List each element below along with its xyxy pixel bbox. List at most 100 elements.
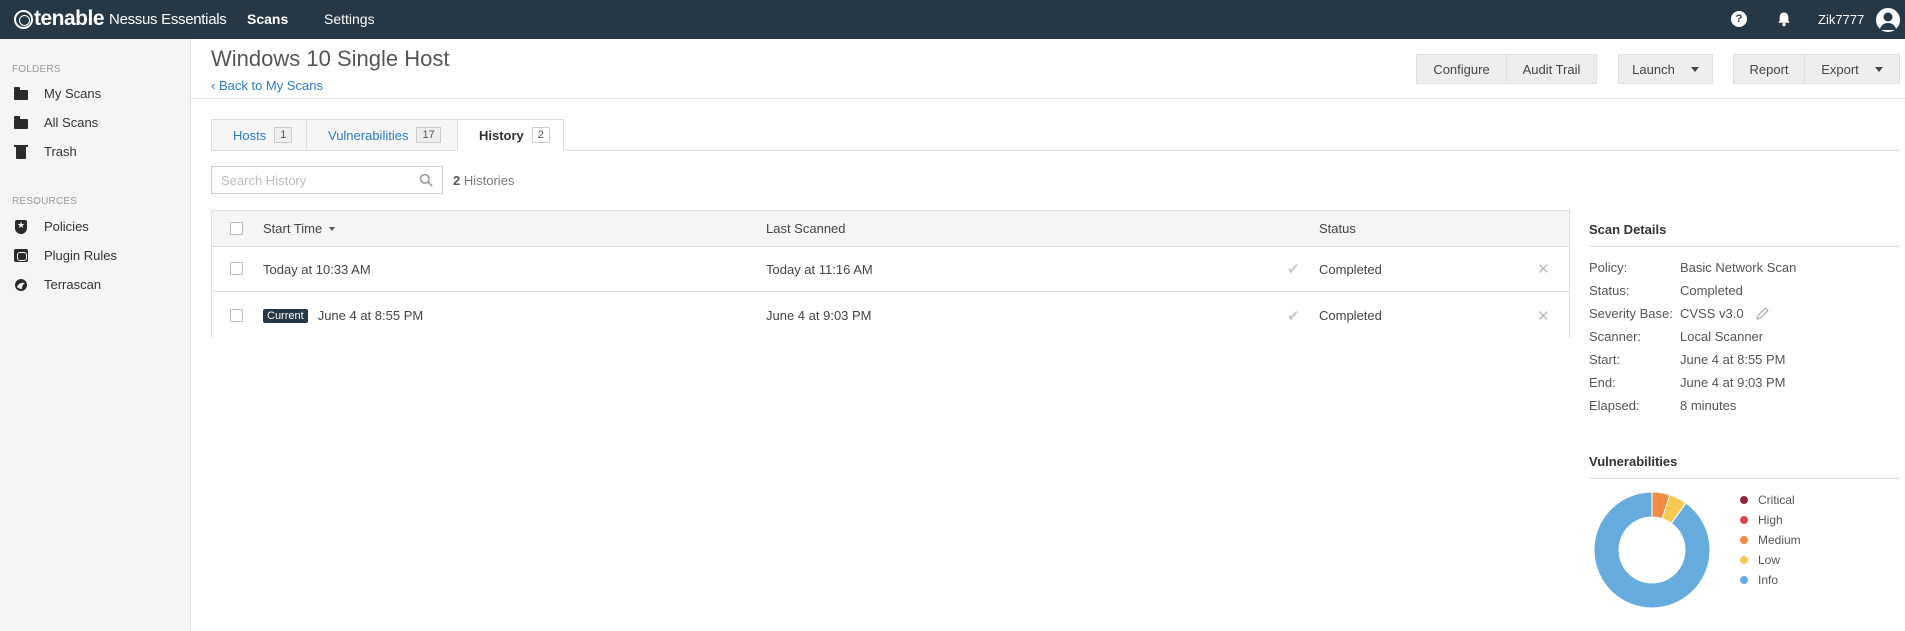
configure-button[interactable]: Configure bbox=[1416, 54, 1507, 84]
sidebar-item-label: Trash bbox=[44, 144, 77, 159]
user-avatar-icon[interactable] bbox=[1876, 8, 1900, 32]
last-scanned-header: Last Scanned bbox=[766, 221, 846, 236]
histories-count-number: 2 bbox=[453, 173, 461, 188]
terrascan-icon bbox=[14, 278, 28, 292]
column-last-scanned[interactable]: Last Scanned bbox=[766, 211, 846, 246]
bell-icon[interactable] bbox=[1776, 11, 1792, 27]
sidebar-item-label: All Scans bbox=[44, 115, 99, 130]
tenable-logo-icon bbox=[14, 9, 33, 29]
nav-settings[interactable]: Settings bbox=[324, 11, 375, 27]
launch-button[interactable]: Launch bbox=[1618, 54, 1713, 84]
help-icon[interactable]: ? bbox=[1731, 11, 1747, 27]
legend-label: Info bbox=[1758, 573, 1779, 587]
start-time-cell: Current June 4 at 8:55 PM bbox=[263, 293, 423, 338]
sort-desc-icon bbox=[329, 226, 336, 231]
status-cell: Completed bbox=[1319, 308, 1382, 323]
tab-count-badge: 2 bbox=[531, 127, 550, 143]
username[interactable]: Zik7777 bbox=[1818, 12, 1864, 27]
legend-info[interactable]: Info bbox=[1740, 573, 1778, 587]
delete-icon[interactable]: ✕ bbox=[1537, 307, 1550, 325]
tab-label: History bbox=[479, 127, 524, 143]
tab-hosts[interactable]: Hosts 1 bbox=[211, 119, 307, 151]
legend-label: High bbox=[1758, 513, 1783, 527]
tab-vulnerabilities[interactable]: Vulnerabilities 17 bbox=[306, 119, 458, 151]
vulnerabilities-divider bbox=[1589, 478, 1900, 479]
start-time-text: June 4 at 8:55 PM bbox=[317, 308, 424, 323]
row-checkbox[interactable] bbox=[230, 308, 243, 322]
sidebar-item-all-scans[interactable]: All Scans bbox=[14, 115, 98, 130]
sidebar-item-label: Terrascan bbox=[44, 277, 102, 292]
logo-product: Nessus Essentials bbox=[109, 10, 227, 28]
sidebar-item-my-scans[interactable]: My Scans bbox=[14, 86, 101, 101]
sidebar: FOLDERS My Scans All Scans Trash RESOURC… bbox=[0, 39, 191, 631]
detail-label: Policy: bbox=[1589, 260, 1628, 275]
back-to-my-scans-link[interactable]: ‹ Back to My Scans bbox=[211, 78, 323, 93]
detail-value-policy: Basic Network Scan bbox=[1680, 260, 1797, 275]
audit-trail-button[interactable]: Audit Trail bbox=[1506, 54, 1597, 84]
search-history-box bbox=[211, 166, 443, 194]
edit-pencil-icon[interactable] bbox=[1756, 307, 1769, 320]
legend-dot bbox=[1740, 576, 1748, 584]
legend-label: Medium bbox=[1758, 533, 1801, 547]
nav-scans[interactable]: Scans bbox=[247, 11, 288, 27]
detail-value-start: June 4 at 8:55 PM bbox=[1680, 352, 1786, 367]
column-status[interactable]: Status bbox=[1319, 211, 1356, 246]
configure-label: Configure bbox=[1433, 61, 1490, 77]
sidebar-item-terrascan[interactable]: Terrascan bbox=[14, 277, 101, 292]
tab-count-badge: 1 bbox=[274, 127, 293, 143]
legend-low[interactable]: Low bbox=[1740, 553, 1780, 567]
sidebar-item-label: Plugin Rules bbox=[44, 248, 117, 263]
legend-dot bbox=[1740, 536, 1748, 544]
table-header: Start Time Last Scanned Status bbox=[212, 211, 1569, 247]
legend-dot bbox=[1740, 516, 1748, 524]
legend-critical[interactable]: Critical bbox=[1740, 493, 1795, 507]
legend-high[interactable]: High bbox=[1740, 513, 1783, 527]
sidebar-item-plugin-rules[interactable]: Plugin Rules bbox=[14, 248, 117, 263]
search-history-input[interactable] bbox=[212, 167, 407, 193]
folders-header: FOLDERS bbox=[12, 64, 61, 75]
detail-label: Status: bbox=[1589, 283, 1630, 298]
tab-history[interactable]: History 2 bbox=[457, 119, 564, 151]
legend-dot bbox=[1740, 496, 1748, 504]
sidebar-item-label: Policies bbox=[44, 219, 89, 234]
status-header: Status bbox=[1319, 221, 1356, 236]
detail-label: Severity Base: bbox=[1589, 306, 1673, 321]
row-checkbox[interactable] bbox=[230, 262, 243, 275]
detail-value-elapsed: 8 minutes bbox=[1680, 398, 1737, 413]
detail-label: Scanner: bbox=[1589, 329, 1642, 344]
column-start-time[interactable]: Start Time bbox=[263, 211, 336, 246]
sidebar-item-policies[interactable]: Policies bbox=[14, 219, 89, 234]
export-button[interactable]: Export bbox=[1804, 54, 1900, 84]
tab-count-badge: 17 bbox=[416, 127, 441, 143]
legend-dot bbox=[1740, 556, 1748, 564]
launch-label: Launch bbox=[1632, 61, 1675, 77]
donut-slice-info[interactable] bbox=[1593, 491, 1711, 609]
chevron-down-icon bbox=[1874, 66, 1883, 72]
vulnerabilities-donut-chart[interactable] bbox=[1591, 489, 1713, 611]
top-navbar: tenable Nessus Essentials Scans Settings… bbox=[0, 0, 1905, 39]
legend-medium[interactable]: Medium bbox=[1740, 533, 1801, 547]
detail-value-status: Completed bbox=[1680, 283, 1743, 298]
table-row[interactable]: Current June 4 at 8:55 PM June 4 at 9:03… bbox=[212, 293, 1569, 338]
vulnerabilities-title: Vulnerabilities bbox=[1589, 454, 1678, 469]
histories-count-label: Histories bbox=[463, 173, 515, 188]
sidebar-item-trash[interactable]: Trash bbox=[14, 144, 77, 159]
checkmark-icon: ✔ bbox=[1287, 307, 1300, 325]
tenable-logo[interactable]: tenable Nessus Essentials bbox=[14, 7, 227, 30]
header-divider bbox=[191, 98, 1905, 99]
table-row[interactable]: Today at 10:33 AM Today at 11:16 AM ✔ Co… bbox=[212, 247, 1569, 292]
histories-count: 2 Histories bbox=[453, 173, 514, 188]
last-scanned-cell: Today at 11:16 AM bbox=[766, 261, 873, 277]
search-icon[interactable] bbox=[419, 173, 433, 187]
delete-icon[interactable]: ✕ bbox=[1537, 260, 1550, 278]
status-cell: Completed bbox=[1319, 261, 1382, 277]
detail-value-severity-base: CVSS v3.0 bbox=[1680, 306, 1744, 321]
last-scanned-cell: June 4 at 9:03 PM bbox=[766, 308, 872, 323]
scan-details-title: Scan Details bbox=[1589, 222, 1667, 237]
trash-icon bbox=[14, 144, 28, 159]
select-all-checkbox[interactable] bbox=[230, 221, 243, 235]
report-button[interactable]: Report bbox=[1733, 54, 1805, 84]
scan-details-divider bbox=[1589, 246, 1900, 247]
audit-trail-label: Audit Trail bbox=[1522, 61, 1581, 77]
export-label: Export bbox=[1821, 61, 1859, 77]
